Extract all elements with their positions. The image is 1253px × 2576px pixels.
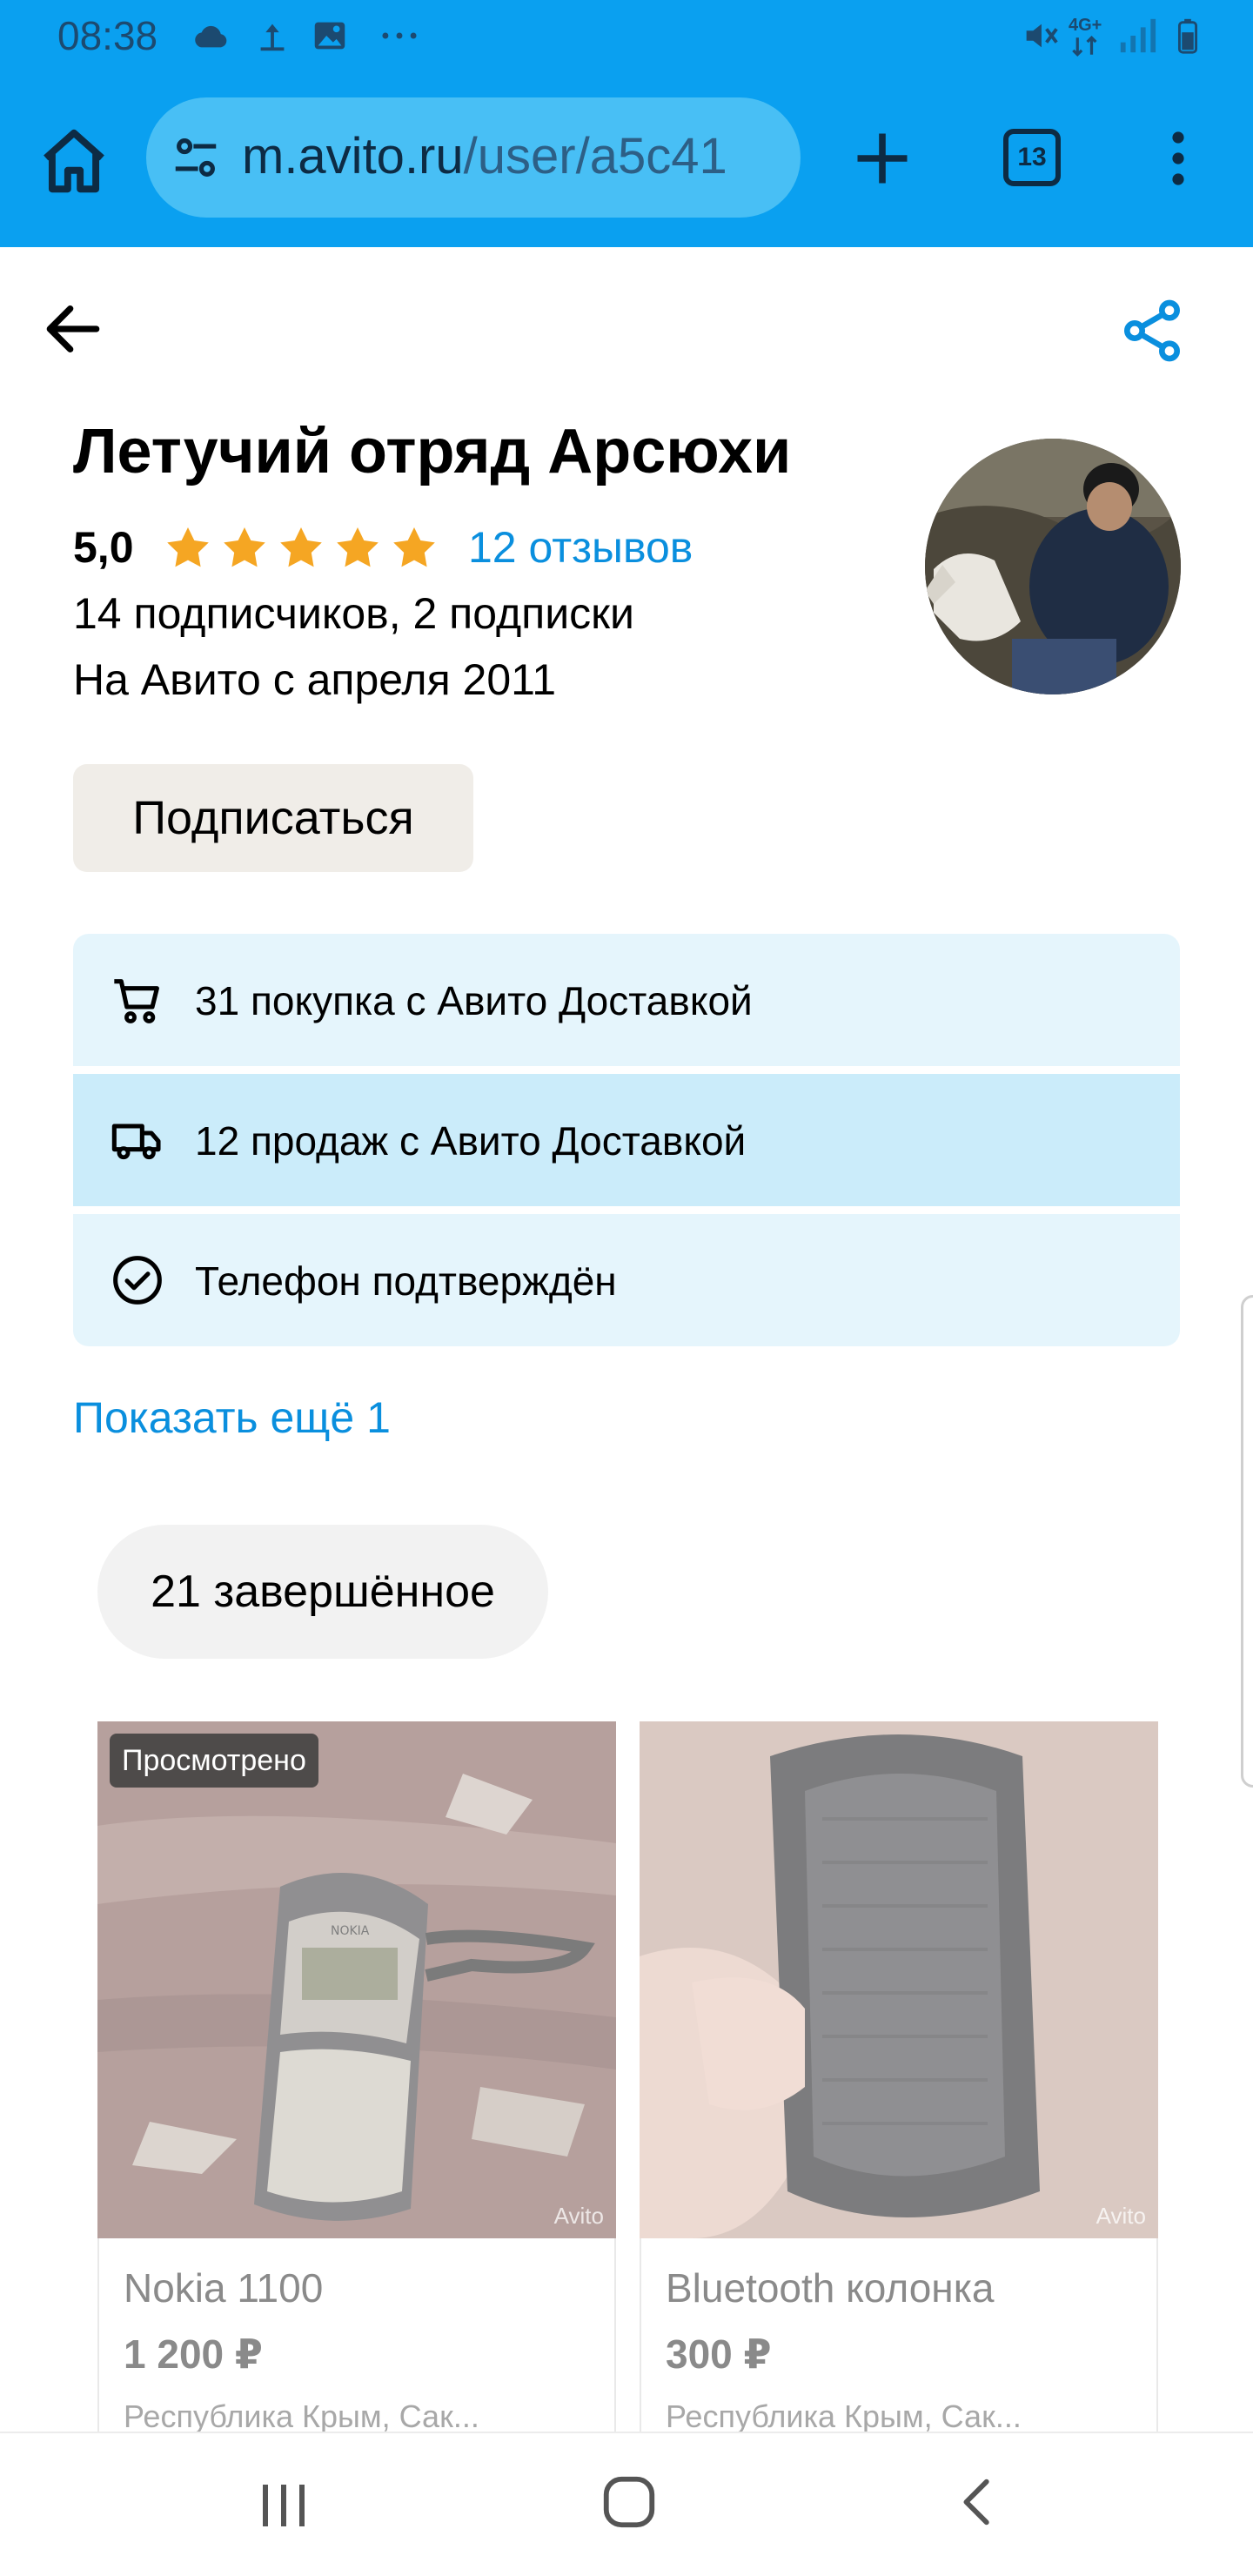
home-nav-icon[interactable] xyxy=(599,2472,660,2532)
subscribe-button[interactable]: Подписаться xyxy=(73,764,473,872)
subscribers-text[interactable]: 14 подписчиков, 2 подписки xyxy=(73,588,634,639)
info-row-text: Телефон подтверждён xyxy=(195,1258,617,1304)
listing-photo: Avito xyxy=(640,1721,1158,2238)
info-row-phone[interactable]: Телефон подтверждён xyxy=(73,1214,1180,1346)
tab-counter[interactable]: 13 xyxy=(1003,129,1061,186)
listing-info: Nokia 1100 1 200 ₽ Республика Крым, Сак.… xyxy=(97,2238,616,2447)
listing-location: Республика Крым, Сак... xyxy=(124,2398,479,2434)
url-path: /user/a5c41 xyxy=(463,128,727,184)
member-since-text: На Авито с апреля 2011 xyxy=(73,655,557,704)
listing-card[interactable]: NOKIA Просмотрено Avito Nokia 1100 1 200… xyxy=(97,1721,616,2447)
listing-price: 1 200 ₽ xyxy=(124,2331,263,2377)
listing-title[interactable]: Nokia 1100 xyxy=(124,2264,323,2311)
more-dots-icon xyxy=(382,32,417,39)
cart-icon xyxy=(114,979,159,1023)
completed-filter-chip[interactable]: 21 завершённое xyxy=(97,1525,548,1659)
back-arrow-icon[interactable] xyxy=(38,294,108,364)
back-nav-icon[interactable] xyxy=(948,2472,1009,2532)
recent-apps-icon[interactable] xyxy=(252,2477,315,2534)
profile-name: Летучий отряд Арсюхи xyxy=(73,417,792,486)
share-icon[interactable] xyxy=(1117,296,1187,366)
network-4g-icon xyxy=(1072,35,1097,57)
system-nav-bar xyxy=(0,2432,1253,2576)
site-settings-icon[interactable] xyxy=(169,131,223,184)
info-row-text: 31 покупка с Авито Доставкой xyxy=(195,978,753,1023)
reviews-link[interactable]: 12 отзывов xyxy=(468,522,693,573)
browser-menu-icon[interactable] xyxy=(1147,127,1209,190)
star-icon xyxy=(167,527,209,567)
avito-watermark: Avito xyxy=(553,2203,604,2229)
star-icon xyxy=(337,527,379,567)
listing-info: Bluetooth колонка 300 ₽ Республика Крым,… xyxy=(640,2238,1158,2447)
listing-card[interactable]: Avito Bluetooth колонка 300 ₽ Республика… xyxy=(640,1721,1158,2447)
star-icon xyxy=(393,527,435,567)
avito-watermark: Avito xyxy=(1096,2203,1146,2229)
image-icon xyxy=(314,22,345,50)
upload-icon xyxy=(260,23,285,51)
avatar[interactable] xyxy=(925,439,1181,694)
listing-location: Республика Крым, Сак... xyxy=(666,2398,1022,2434)
listing-title[interactable]: Bluetooth колонка xyxy=(666,2264,994,2311)
info-row-sales[interactable]: 12 продаж с Авито Доставкой xyxy=(73,1074,1180,1206)
battery-icon xyxy=(1177,18,1198,54)
scroll-handle[interactable] xyxy=(1241,1295,1253,1788)
info-row-text: 12 продаж с Авито Доставкой xyxy=(195,1118,747,1164)
url-text: m.avito.ru/user/a5c41 xyxy=(242,127,727,185)
show-more-link[interactable]: Показать ещё 1 xyxy=(73,1392,391,1443)
status-time: 08:38 xyxy=(57,13,158,58)
browser-toolbar: m.avito.ru/user/a5c41 13 xyxy=(0,73,1253,247)
viewed-badge: Просмотрено xyxy=(110,1734,318,1788)
check-circle-icon xyxy=(113,1256,162,1305)
cloud-icon xyxy=(195,25,227,48)
rating-stars xyxy=(167,527,435,567)
network-label: 4G+ xyxy=(1069,16,1102,35)
new-tab-icon[interactable] xyxy=(849,125,915,191)
listing-photo: NOKIA Просмотрено Avito xyxy=(97,1721,616,2238)
truck-icon xyxy=(111,1124,161,1160)
signal-icon xyxy=(1120,18,1156,53)
url-domain: m.avito.ru xyxy=(242,128,464,184)
rating-value: 5,0 xyxy=(73,523,134,572)
info-row-purchases[interactable]: 31 покупка с Авито Доставкой xyxy=(73,934,1180,1066)
star-icon xyxy=(280,527,322,567)
star-icon xyxy=(224,527,265,567)
listing-price: 300 ₽ xyxy=(666,2331,772,2377)
address-bar[interactable]: m.avito.ru/user/a5c41 xyxy=(146,97,801,218)
home-icon[interactable] xyxy=(37,124,111,198)
status-bar: 08:38 4G+ xyxy=(0,0,1253,73)
mute-vibrate-icon xyxy=(1026,23,1058,48)
